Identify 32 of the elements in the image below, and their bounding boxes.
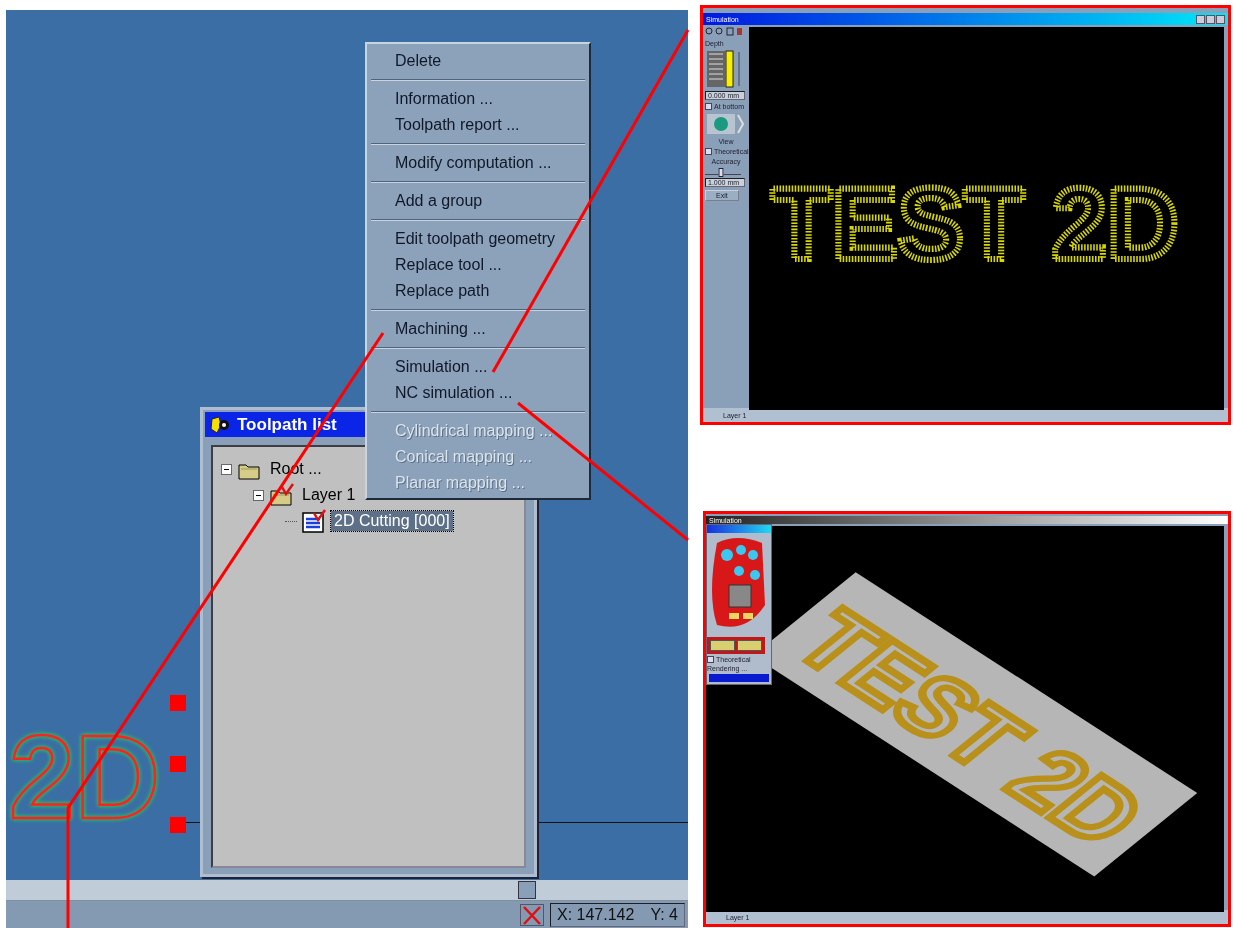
selection-handle[interactable] [170,756,186,772]
title-bar [707,525,771,533]
horizontal-scrollbar[interactable] [6,880,688,901]
y-coordinate: Y: 4 [650,905,678,924]
menu-item[interactable]: Add a group [367,188,589,214]
menu-item[interactable]: NC simulation ... [367,380,589,406]
close-icon[interactable] [520,903,544,926]
menu-item[interactable]: Edit toolpath geometry [367,226,589,252]
progress-bar [709,674,769,682]
view-orientation-icon[interactable] [705,113,745,135]
menu-item[interactable]: Information ... [367,86,589,112]
app-icon [209,414,231,435]
accuracy-slider[interactable] [705,168,741,175]
window-buttons-icon[interactable] [1196,14,1225,24]
menu-item[interactable]: Modify computation ... [367,150,589,176]
collapse-toggle[interactable] [253,489,265,501]
toolpath-preview: TEST 2D [749,27,1224,410]
tree-item[interactable]: 2D Cutting [000] [331,511,453,531]
scrollbar-thumb[interactable] [518,881,536,899]
x-coordinate: X: 147.142 [557,905,635,924]
menu-item[interactable]: Replace path [367,278,589,304]
selection-handle[interactable] [170,695,186,711]
menu-item[interactable]: Machining ... [367,316,589,342]
toolbar-icon[interactable] [705,27,745,37]
menu-item[interactable]: Toolpath report ... [367,112,589,138]
menu-item[interactable]: Simulation ... [367,354,589,380]
render-buttons-icon[interactable] [707,637,765,654]
menu-item[interactable]: Replace tool ... [367,252,589,278]
menu-item[interactable]: Delete [367,48,589,74]
collapse-toggle[interactable] [221,463,233,475]
tree-item[interactable]: Layer 1 [299,485,359,505]
selection-handle[interactable] [170,817,186,833]
